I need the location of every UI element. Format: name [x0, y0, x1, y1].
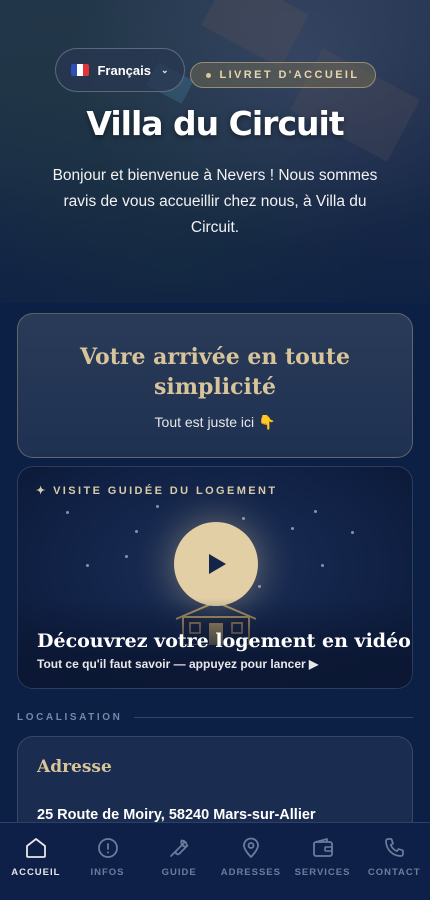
nav-item-adresses[interactable]: ADRESSES — [215, 823, 287, 900]
nav-label: CONTACT — [367, 867, 421, 878]
arrival-subtitle: Tout est juste ici 👇 — [154, 414, 276, 430]
hero-banner: Français ⌄ LIVRET D'ACCUEIL Villa du Cir… — [0, 0, 430, 303]
phone-icon — [385, 838, 405, 857]
french-flag-icon — [71, 64, 90, 76]
nav-item-infos[interactable]: INFOS — [72, 823, 144, 900]
language-selector[interactable]: Français ⌄ — [55, 48, 185, 92]
welcome-message: Bonjour et bienvenue à Nevers ! Nous som… — [52, 167, 378, 236]
chevron-down-icon: ⌄ — [160, 64, 169, 75]
play-icon — [209, 554, 226, 574]
nav-item-accueil[interactable]: ACCUEIL — [0, 823, 72, 900]
location-section-label: LOCALISATION — [17, 712, 123, 723]
nav-label: ACCUEIL — [11, 867, 61, 878]
play-video-button[interactable] — [174, 522, 258, 606]
welcome-book-badge: LIVRET D'ACCUEIL — [190, 62, 376, 88]
arrival-title: Votre arrivée en toute simplicité — [79, 344, 350, 400]
badge-label: LIVRET D'ACCUEIL — [219, 69, 360, 81]
location-section-header: LOCALISATION — [17, 712, 413, 723]
property-title: Villa du Circuit — [86, 104, 344, 143]
wallet-icon — [312, 838, 333, 857]
address-title: Adresse — [37, 757, 112, 777]
video-subtitle: Tout ce qu'il faut savoir — appuyez pour… — [37, 657, 319, 671]
map-pin-icon — [242, 837, 259, 858]
bottom-navigation: ACCUEIL INFOS GUIDE ADRESSES SERVICES CO… — [0, 822, 430, 900]
video-section-label: ✦ VISITE GUIDÉE DU LOGEMENT — [36, 485, 278, 497]
nav-label: ADRESSES — [220, 867, 281, 878]
section-divider — [134, 717, 413, 718]
video-title: Découvrez votre logement en vidéo — [37, 630, 411, 652]
nav-label: GUIDE — [161, 867, 197, 878]
info-icon — [97, 838, 118, 858]
nav-label: INFOS — [90, 867, 125, 878]
wrench-icon — [170, 839, 189, 857]
language-label: Français — [97, 62, 151, 78]
badge-dot-icon — [206, 72, 212, 78]
arrival-card: Votre arrivée en toute simplicité Tout e… — [17, 313, 413, 458]
nav-item-guide[interactable]: GUIDE — [143, 823, 215, 900]
nav-item-contact[interactable]: CONTACT — [358, 823, 430, 900]
home-icon — [25, 838, 46, 858]
nav-label: SERVICES — [294, 867, 351, 878]
nav-item-services[interactable]: SERVICES — [287, 823, 359, 900]
video-tour-card[interactable]: ✦ VISITE GUIDÉE DU LOGEMENT Découvrez vo… — [17, 466, 413, 689]
address-text[interactable]: 25 Route de Moiry, 58240 Mars-sur-Allier — [37, 807, 316, 823]
